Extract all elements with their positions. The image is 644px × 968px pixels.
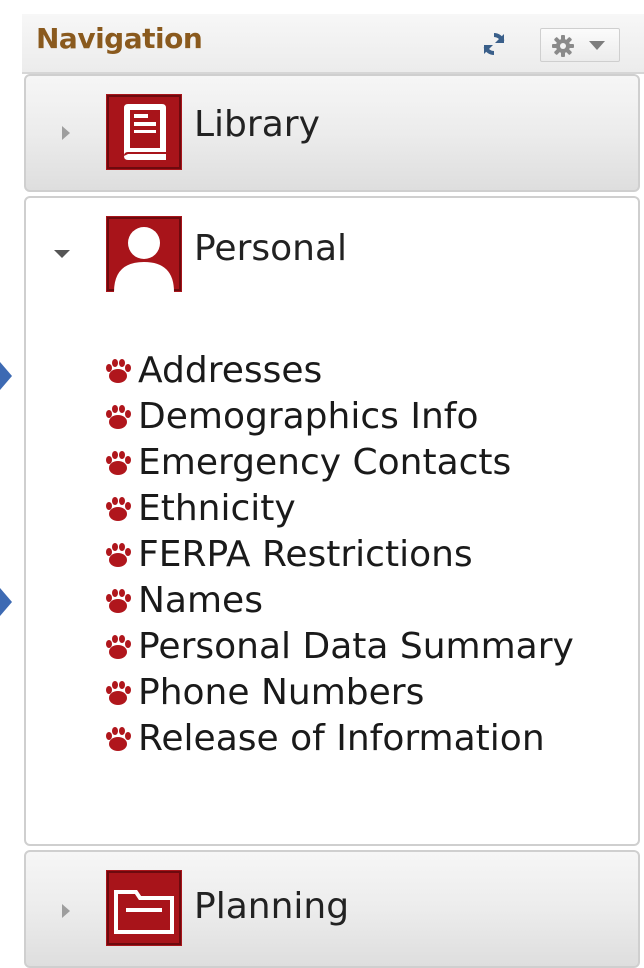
paw-icon	[106, 635, 131, 659]
list-item-phone-numbers[interactable]: Phone Numbers	[104, 670, 624, 716]
list-item-release-of-information[interactable]: Release of Information	[104, 716, 624, 762]
pointer-arrow-icon	[0, 362, 12, 390]
paw-icon	[106, 451, 131, 475]
paw-icon	[106, 727, 131, 751]
refresh-icon[interactable]	[480, 30, 508, 58]
list-item-ferpa-restrictions[interactable]: FERPA Restrictions	[104, 532, 624, 578]
paw-icon	[106, 543, 131, 567]
list-item-demographics-info[interactable]: Demographics Info	[104, 394, 624, 440]
paw-icon	[106, 681, 131, 705]
list-item-names[interactable]: Names	[104, 578, 624, 624]
settings-menu-button[interactable]	[540, 28, 620, 62]
section-planning[interactable]: Planning	[24, 850, 640, 968]
chevron-down-icon	[589, 41, 605, 50]
personal-links-list: Addresses Demographics Info Emergency Co…	[104, 348, 624, 762]
gear-icon	[552, 35, 574, 57]
collapse-arrow-icon[interactable]	[54, 250, 70, 258]
paw-icon	[106, 497, 131, 521]
navigation-panel: Navigation Library Personal Addresses De…	[22, 14, 644, 968]
list-item-addresses[interactable]: Addresses	[104, 348, 624, 394]
expand-arrow-icon[interactable]	[62, 904, 70, 918]
section-title[interactable]: Personal	[194, 228, 347, 269]
list-item-ethnicity[interactable]: Ethnicity	[104, 486, 624, 532]
book-icon	[106, 94, 182, 170]
section-title[interactable]: Library	[194, 104, 320, 145]
pointer-arrow-icon	[0, 588, 12, 616]
section-personal: Personal Addresses Demographics Info Eme…	[24, 196, 640, 846]
paw-icon	[106, 589, 131, 613]
section-title[interactable]: Planning	[194, 886, 349, 927]
person-icon	[106, 216, 182, 292]
expand-arrow-icon[interactable]	[62, 126, 70, 140]
paw-icon	[106, 405, 131, 429]
paw-icon	[106, 359, 131, 383]
list-item-emergency-contacts[interactable]: Emergency Contacts	[104, 440, 624, 486]
navigation-header: Navigation	[22, 14, 644, 74]
section-library[interactable]: Library	[24, 74, 640, 192]
navigation-title: Navigation	[36, 22, 203, 55]
folder-icon	[106, 870, 182, 946]
list-item-personal-data-summary[interactable]: Personal Data Summary	[64, 624, 624, 670]
